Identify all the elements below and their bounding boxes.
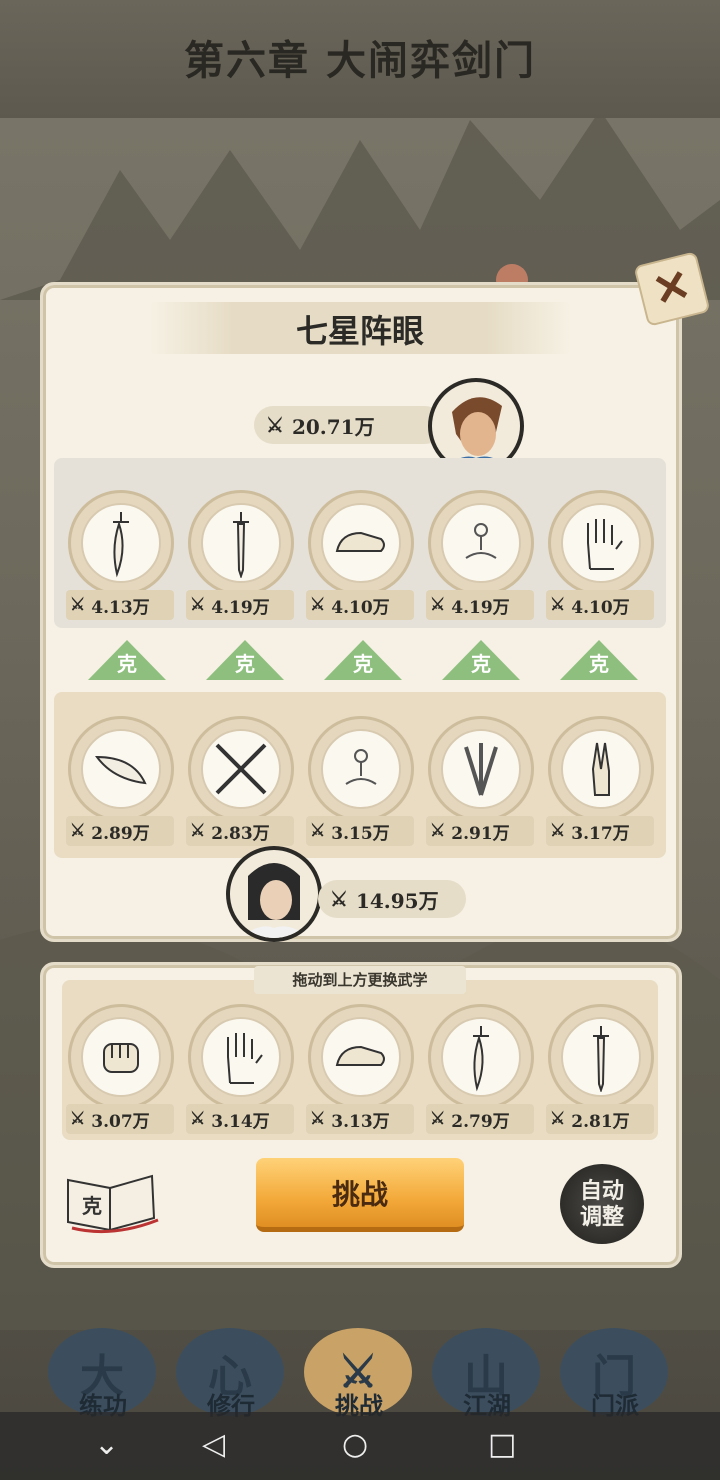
- crossed-spears-icon: [201, 729, 281, 809]
- shoe-icon: [321, 1017, 401, 1097]
- book-icon: [67, 1174, 159, 1234]
- crossed-swords-icon: ⚔: [550, 821, 566, 841]
- player-slot-value: 3.15万: [331, 823, 390, 844]
- enemy-slot-value: 4.13万: [91, 597, 150, 618]
- crossed-swords-icon: ⚔: [330, 887, 348, 911]
- nav-challenge[interactable]: ⚔ 挑战: [304, 1320, 414, 1420]
- counter-book-button[interactable]: 克: [62, 1168, 162, 1236]
- crossed-swords-icon: ⚔: [310, 1109, 326, 1129]
- crossed-swords-icon: ⚔: [430, 1109, 446, 1129]
- crossed-swords-icon: ⚔: [550, 595, 566, 615]
- back-icon[interactable]: ◁: [202, 1428, 225, 1462]
- chapter-title: 第六章 大闹弈剑门: [184, 37, 536, 84]
- drag-hint: 拖动到上方更换武学: [254, 966, 466, 994]
- enemy-slot-value: 4.10万: [571, 597, 630, 618]
- enemy-power-value: 20.71万: [291, 414, 375, 439]
- counter-badge: 克: [88, 640, 166, 680]
- skill-value: 2.81万: [571, 1111, 630, 1132]
- crossed-swords-icon: ⚔: [190, 821, 206, 841]
- player-power-value: 14.95万: [355, 888, 439, 913]
- close-icon: ✕: [647, 259, 696, 318]
- counter-badge: 克: [560, 640, 638, 680]
- palm-icon: [561, 503, 641, 583]
- skill-value: 3.13万: [331, 1111, 390, 1132]
- counter-badge: 克: [324, 640, 402, 680]
- meditation-icon: [441, 503, 521, 583]
- player-slot-value: 2.91万: [451, 823, 510, 844]
- two-finger-icon: [561, 729, 641, 809]
- crossed-swords-icon: ⚔: [310, 821, 326, 841]
- enemy-power-pill: ⚔ 20.71万: [254, 406, 444, 444]
- crossed-swords-icon: ⚔: [266, 413, 284, 437]
- nav-sect[interactable]: 门 门派: [560, 1320, 670, 1420]
- crossed-swords-icon: ⚔: [70, 821, 86, 841]
- enemy-slot-value: 4.10万: [331, 597, 390, 618]
- sword-icon: [561, 1017, 641, 1097]
- chevron-down-icon[interactable]: ⌄: [94, 1428, 119, 1462]
- sword-icon: [201, 503, 281, 583]
- player-slot-value: 2.83万: [211, 823, 270, 844]
- counter-badge: 克: [442, 640, 520, 680]
- book-label: 克: [82, 1194, 102, 1218]
- crossed-swords-icon: ⚔: [430, 821, 446, 841]
- fist-icon: [81, 1017, 161, 1097]
- feather-icon: [81, 729, 161, 809]
- player-power-pill: ⚔ 14.95万: [318, 880, 466, 918]
- crossed-swords-icon: ⚔: [310, 595, 326, 615]
- nav-jianghu[interactable]: 山 江湖: [432, 1320, 542, 1420]
- bottom-nav: 大 练功 心 修行 ⚔ 挑战 山 江湖 门 门派: [0, 1320, 720, 1420]
- formation-title: 七星阵眼: [295, 312, 424, 350]
- system-nav-bar: ⌄ ◁ ○ □: [0, 1412, 720, 1480]
- player-slot-value: 3.17万: [571, 823, 630, 844]
- challenge-button[interactable]: 挑战: [256, 1158, 464, 1232]
- nav-practice[interactable]: 大 练功: [48, 1320, 158, 1420]
- shoe-icon: [321, 503, 401, 583]
- home-icon[interactable]: ○: [342, 1428, 368, 1462]
- skill-value: 3.07万: [91, 1111, 150, 1132]
- sabre-icon: [441, 1017, 521, 1097]
- crossed-swords-icon: ⚔: [70, 1109, 86, 1129]
- crossed-swords-icon: ⚔: [550, 1109, 566, 1129]
- player-avatar[interactable]: [226, 846, 322, 942]
- crossed-swords-icon: ⚔: [190, 595, 206, 615]
- counter-badge: 克: [206, 640, 284, 680]
- chapter-banner: 第六章 大闹弈剑门: [0, 0, 720, 118]
- palm-icon: [201, 1017, 281, 1097]
- enemy-slot-value: 4.19万: [211, 597, 270, 618]
- nav-cultivate[interactable]: 心 修行: [176, 1320, 286, 1420]
- skill-value: 2.79万: [451, 1111, 510, 1132]
- recents-icon[interactable]: □: [488, 1428, 516, 1462]
- crossed-swords-icon: ⚔: [190, 1109, 206, 1129]
- crossed-swords-icon: ⚔: [70, 595, 86, 615]
- skill-value: 3.14万: [211, 1111, 270, 1132]
- crossed-swords-icon: ⚔: [430, 595, 446, 615]
- daggers-icon: [441, 729, 521, 809]
- sabre-icon: [81, 503, 161, 583]
- enemy-slot-value: 4.19万: [451, 597, 510, 618]
- auto-adjust-label-1: 自动: [579, 1178, 624, 1204]
- auto-adjust-button[interactable]: 自动 调整: [560, 1164, 644, 1244]
- auto-adjust-label-2: 调整: [579, 1204, 624, 1230]
- meditation-icon: [321, 729, 401, 809]
- player-slot-value: 2.89万: [91, 823, 150, 844]
